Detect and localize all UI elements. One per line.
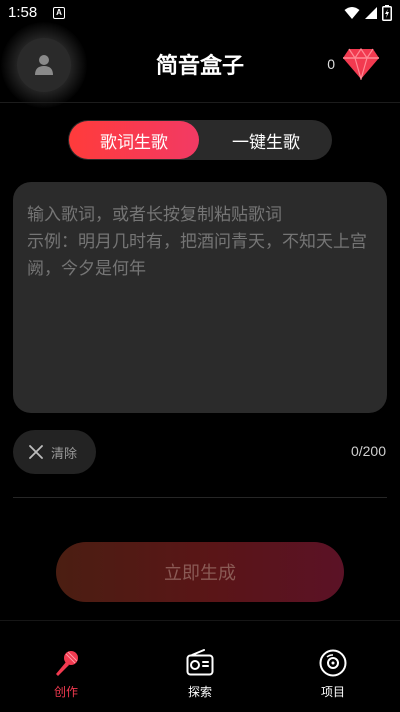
radio-icon <box>186 649 214 676</box>
char-count: 0/200 <box>350 443 386 459</box>
nav-item-project[interactable]: 项目 <box>293 649 373 700</box>
nav-item-explore[interactable]: 探索 <box>160 649 240 700</box>
nav-item-create[interactable]: 创作 <box>26 649 106 700</box>
battery-icon <box>382 5 392 21</box>
status-bar: 1:58 A <box>0 0 400 28</box>
status-icons <box>344 5 392 21</box>
microphone-icon <box>56 651 78 676</box>
tab-one-click-song[interactable]: 一键生歌 <box>200 120 332 160</box>
clear-button[interactable]: 清除 <box>13 430 96 474</box>
signal-icon <box>365 7 377 19</box>
diamond-icon[interactable] <box>342 47 380 84</box>
clear-label: 清除 <box>51 446 78 462</box>
gem-count: 0 <box>327 56 335 72</box>
wifi-icon <box>344 7 360 19</box>
notification-a-icon: A <box>53 7 65 19</box>
header-divider <box>0 102 400 103</box>
close-icon <box>29 445 43 459</box>
page-title: 简音盒子 <box>155 54 244 79</box>
nav-label-create: 创作 <box>53 685 78 699</box>
generate-button[interactable]: 立即生成 <box>56 542 344 602</box>
disc-icon <box>319 649 347 677</box>
nav-label-explore: 探索 <box>187 685 212 699</box>
clipped-text-fragment <box>22 517 92 525</box>
nav-label-project: 项目 <box>320 685 345 699</box>
bottom-nav: 创作 探索 项目 <box>0 621 400 712</box>
lyrics-input[interactable] <box>27 202 372 391</box>
section-divider <box>13 497 387 498</box>
lyrics-panel <box>13 182 387 413</box>
status-time: 1:58 <box>8 4 38 21</box>
tab-lyrics-to-song[interactable]: 歌词生歌 <box>69 121 199 159</box>
mode-tabs: 歌词生歌 一键生歌 <box>68 120 332 160</box>
